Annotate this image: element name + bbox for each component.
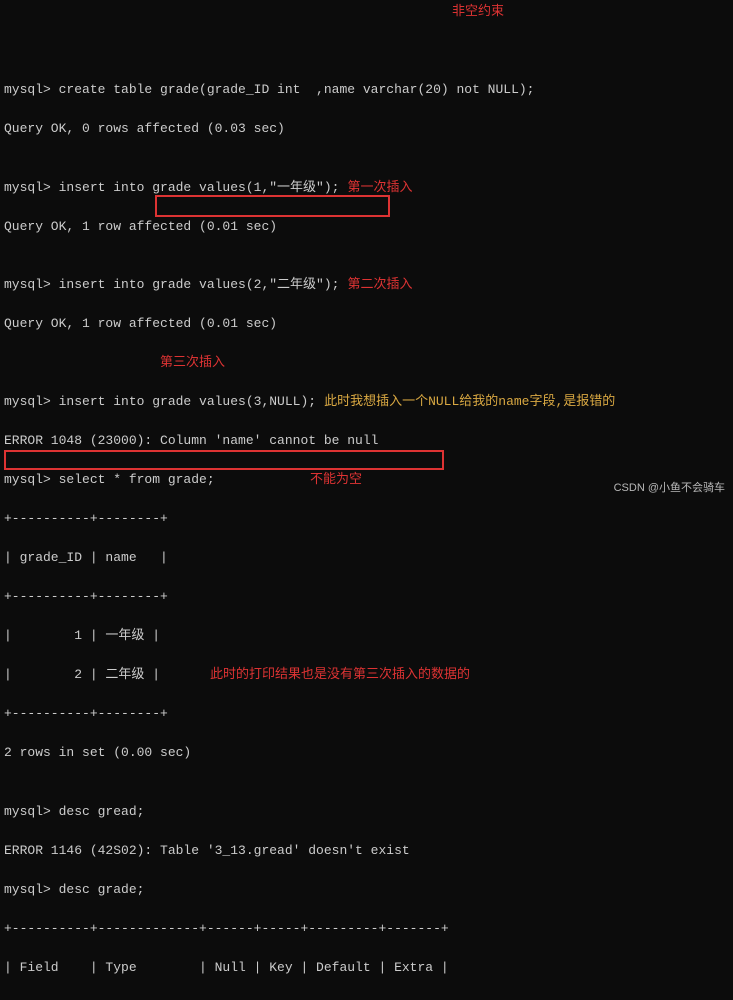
terminal-line: +----------+-------------+------+-----+-… <box>4 919 729 939</box>
terminal-line: +----------+-------------+------+-----+-… <box>4 997 729 1000</box>
terminal-line: | grade_ID | name | <box>4 548 729 568</box>
terminal-line: mysql> insert into grade values(2,"二年级")… <box>4 275 729 295</box>
terminal-line: Query OK, 1 row affected (0.01 sec) <box>4 217 729 237</box>
terminal-line: mysql> desc gread; <box>4 802 729 822</box>
annotation-third-insert: 第三次插入 <box>160 353 225 373</box>
annotation-first-insert: 第一次插入 <box>347 180 412 195</box>
terminal-line: ERROR 1146 (42S02): Table '3_13.gread' d… <box>4 841 729 861</box>
terminal-line: | 2 | 二年级 |此时的打印结果也是没有第三次插入的数据的 <box>4 665 729 685</box>
highlight-box-name-row <box>4 450 444 470</box>
terminal-line: 2 rows in set (0.00 sec) <box>4 743 729 763</box>
terminal-line: ERROR 1048 (23000): Column 'name' cannot… <box>4 431 729 451</box>
annotation-null-error-explain: 此时我想插入一个NULL给我的name字段,是报错的 <box>324 394 615 409</box>
watermark: CSDN @小鱼不会骑车 <box>614 480 725 497</box>
terminal-line: Query OK, 1 row affected (0.01 sec) <box>4 314 729 334</box>
terminal-line: mysql> create table grade(grade_ID int ,… <box>4 80 729 100</box>
terminal-line: Query OK, 0 rows affected (0.03 sec) <box>4 119 729 139</box>
terminal-line: 第三次插入 <box>4 353 729 373</box>
terminal-line: | 1 | 一年级 | <box>4 626 729 646</box>
terminal-line: +----------+--------+ <box>4 509 729 529</box>
terminal-line: mysql> desc grade; <box>4 880 729 900</box>
terminal-line: +----------+--------+ <box>4 704 729 724</box>
terminal-line: mysql> insert into grade values(1,"一年级")… <box>4 178 729 198</box>
annotation-cannot-be-null: 不能为空 <box>310 470 362 490</box>
terminal-line: | Field | Type | Null | Key | Default | … <box>4 958 729 978</box>
terminal-line: mysql> insert into grade values(3,NULL);… <box>4 392 729 412</box>
terminal-line: +----------+--------+ <box>4 587 729 607</box>
annotation-not-null: 非空约束 <box>452 2 504 22</box>
annotation-second-insert: 第二次插入 <box>347 277 412 292</box>
highlight-box-error <box>155 195 390 217</box>
annotation-print-result: 此时的打印结果也是没有第三次插入的数据的 <box>210 665 470 685</box>
